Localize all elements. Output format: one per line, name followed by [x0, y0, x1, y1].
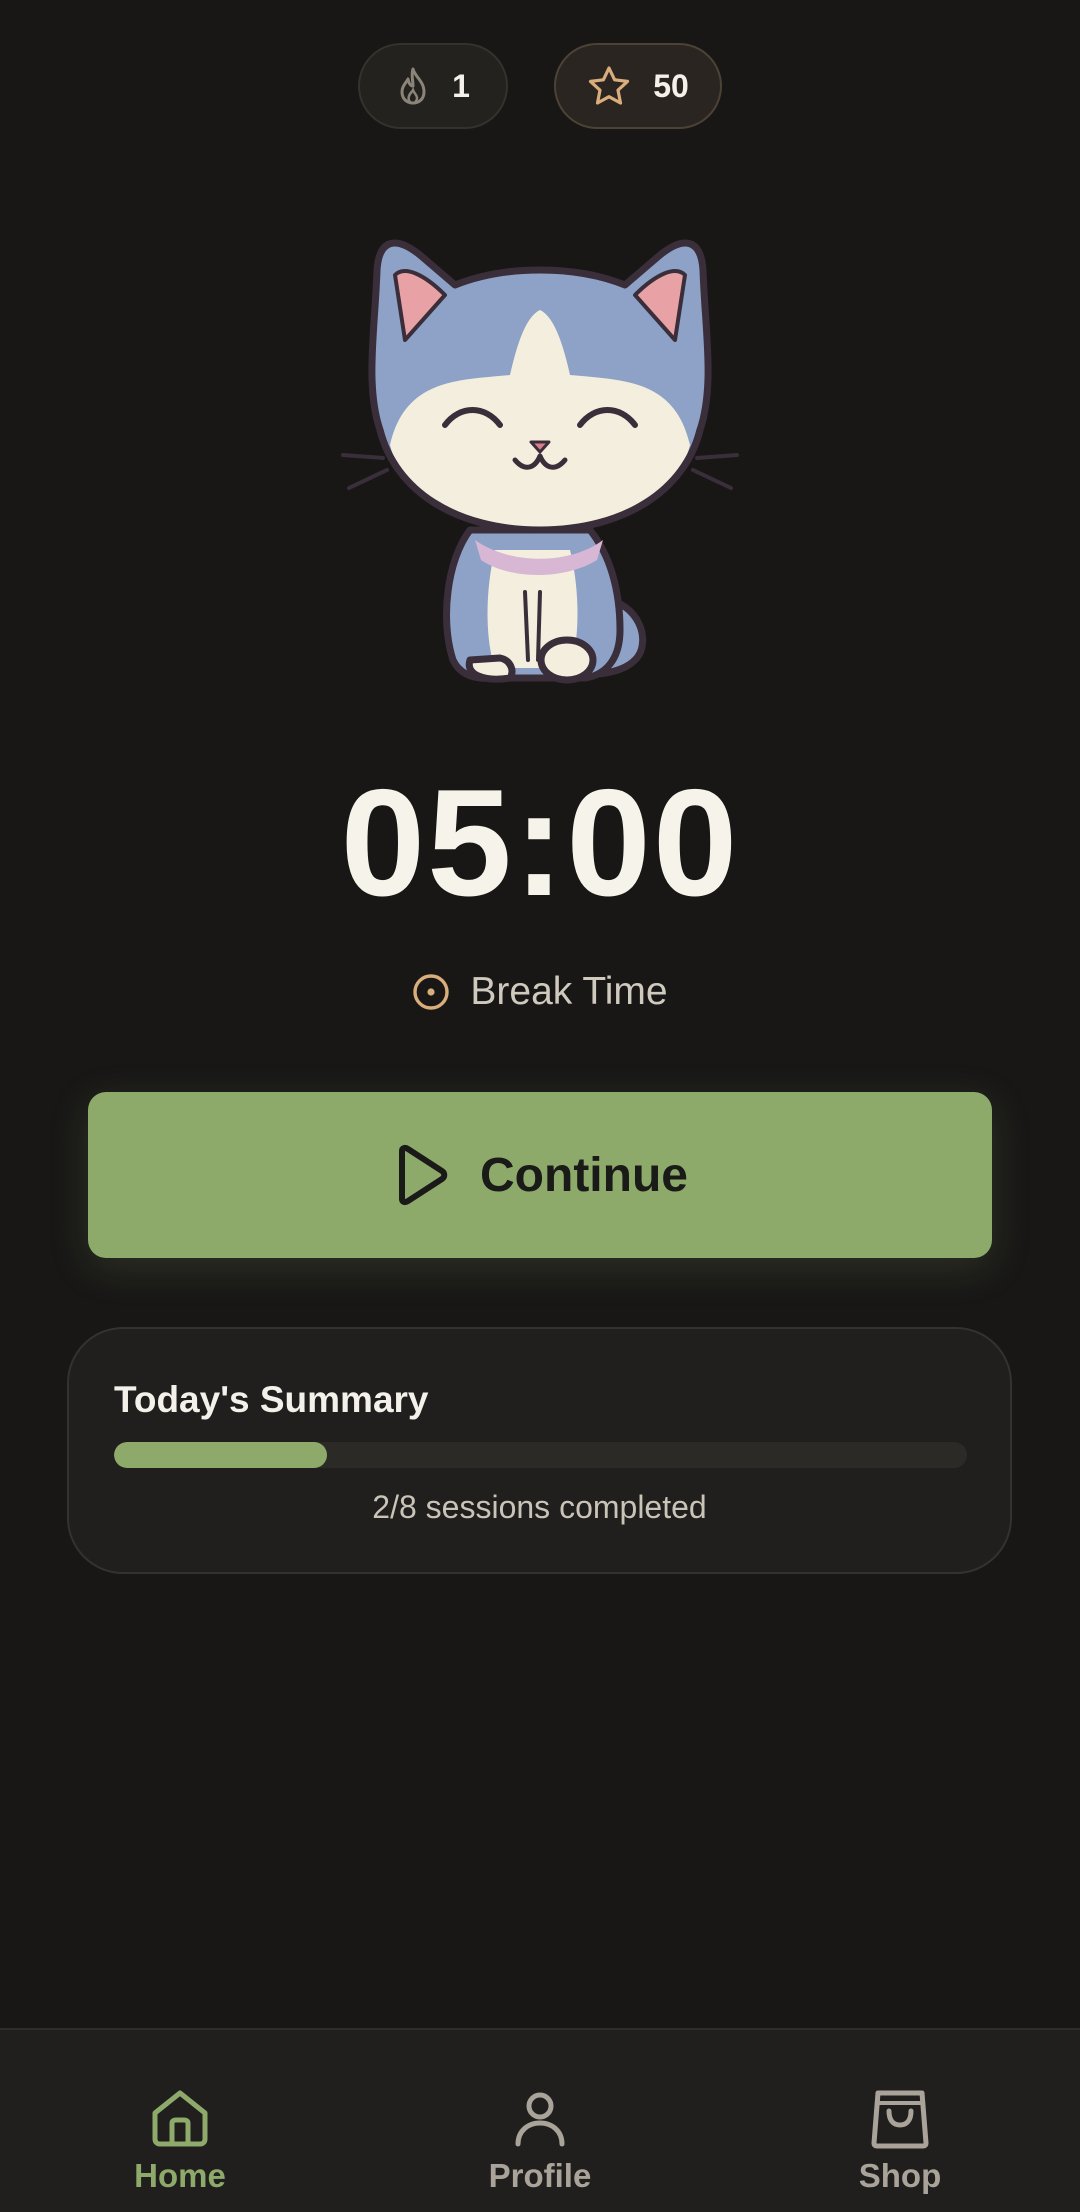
shopping-bag-icon	[871, 2090, 929, 2149]
person-icon	[515, 2092, 565, 2147]
bottom-navigation: Home Profile Shop	[0, 2028, 1080, 2212]
star-icon	[589, 66, 630, 105]
todays-summary-card: Today's Summary 2/8 sessions completed	[67, 1327, 1012, 1574]
stats-bar: 1 50	[0, 43, 1080, 129]
nav-label-home: Home	[134, 2157, 226, 2194]
streak-value: 1	[452, 67, 470, 104]
play-icon	[399, 1144, 448, 1206]
streak-counter[interactable]: 1	[358, 43, 508, 129]
home-icon	[152, 2090, 208, 2147]
continue-button[interactable]: Continue	[88, 1092, 992, 1258]
target-dot-icon	[413, 974, 450, 1010]
cat-mascot	[341, 239, 739, 684]
sessions-progress-bar	[114, 1442, 967, 1468]
nav-item-shop[interactable]: Shop	[720, 2030, 1080, 2212]
nav-item-home[interactable]: Home	[0, 2030, 360, 2212]
home-screen: 1 50 05:00 Break Time Continue Today's S…	[0, 0, 1080, 2212]
nav-label-shop: Shop	[858, 2157, 942, 2194]
continue-label: Continue	[480, 1148, 688, 1202]
session-mode: Break Time	[0, 970, 1080, 1014]
nav-item-profile[interactable]: Profile	[360, 2030, 720, 2212]
session-mode-label: Break Time	[470, 970, 668, 1013]
stars-counter[interactable]: 50	[554, 43, 722, 129]
sessions-status-text: 2/8 sessions completed	[372, 1489, 707, 1525]
sessions-progress-fill	[114, 1442, 328, 1468]
stars-value: 50	[653, 67, 689, 104]
summary-title: Today's Summary	[114, 1379, 429, 1420]
nav-label-profile: Profile	[488, 2157, 592, 2194]
flame-icon	[400, 67, 426, 105]
countdown-timer: 05:00	[340, 758, 740, 928]
